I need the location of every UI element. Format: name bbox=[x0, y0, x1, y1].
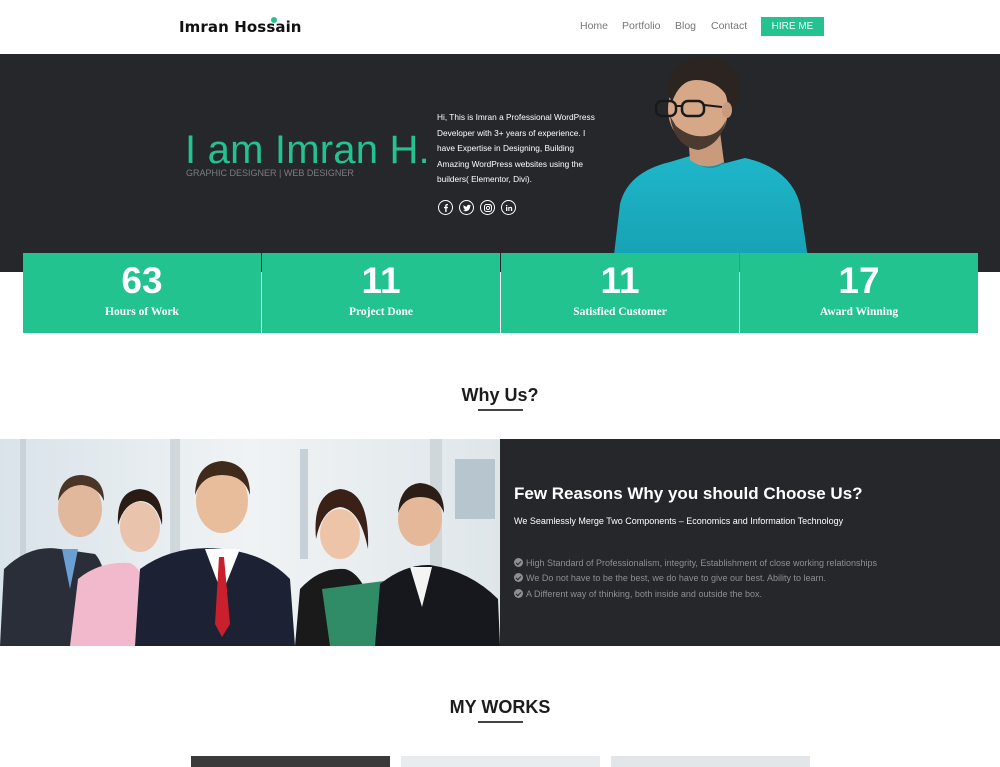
stat-value: 11 bbox=[361, 260, 401, 301]
why-us-item-text: We Do not have to be the best, we do hav… bbox=[526, 573, 827, 583]
brand-name[interactable]: Imran Hossain bbox=[179, 18, 302, 36]
stat-label: Project Done bbox=[349, 306, 413, 318]
work-thumbnail[interactable] bbox=[401, 756, 600, 767]
nav-link-home[interactable]: Home bbox=[580, 20, 608, 32]
stat-card-customers: 11 Satisfied Customer bbox=[501, 253, 739, 333]
hero-title: I am Imran H. bbox=[185, 128, 430, 172]
stat-label: Hours of Work bbox=[105, 306, 179, 318]
hero-description: Hi, This is Imran a Professional WordPre… bbox=[437, 112, 595, 185]
why-us-heading: Why Us? bbox=[461, 385, 539, 405]
stats-row: 63 Hours of Work 11 Project Done 11 Sati… bbox=[23, 253, 978, 333]
heading-underline bbox=[478, 409, 523, 411]
heading-underline bbox=[478, 721, 523, 723]
nav-link-blog[interactable]: Blog bbox=[675, 20, 696, 32]
work-thumbnail[interactable] bbox=[191, 756, 390, 767]
stat-value: 11 bbox=[600, 260, 640, 301]
why-us-item: A Different way of thinking, both inside… bbox=[514, 589, 762, 599]
hero-section: I am Imran H. GRAPHIC DESIGNER | WEB DES… bbox=[0, 54, 1000, 272]
why-us-item-text: High Standard of Professionalism, integr… bbox=[526, 558, 877, 568]
hero-portrait-image bbox=[612, 57, 810, 272]
why-us-panel: Few Reasons Why you should Choose Us? We… bbox=[500, 439, 1000, 646]
stat-card-hours: 63 Hours of Work bbox=[23, 253, 261, 333]
my-works-heading: MY WORKS bbox=[449, 697, 551, 717]
why-us-item: We Do not have to be the best, we do hav… bbox=[514, 573, 826, 583]
nav-link-contact[interactable]: Contact bbox=[711, 20, 747, 32]
nav-link-portfolio[interactable]: Portfolio bbox=[622, 20, 661, 32]
work-thumbnail[interactable] bbox=[611, 756, 810, 767]
team-photo-image bbox=[0, 439, 500, 646]
check-circle-icon bbox=[514, 589, 523, 598]
stat-card-awards: 17 Award Winning bbox=[740, 253, 978, 333]
hero-subtitle: GRAPHIC DESIGNER | WEB DESIGNER bbox=[186, 168, 354, 178]
instagram-icon[interactable] bbox=[480, 200, 495, 215]
facebook-icon[interactable] bbox=[438, 200, 453, 215]
top-navbar: Imran Hossain Home Portfolio Blog Contac… bbox=[0, 0, 1000, 54]
check-circle-icon bbox=[514, 558, 523, 567]
brand-dot bbox=[271, 17, 277, 23]
why-us-title: Few Reasons Why you should Choose Us? bbox=[514, 484, 863, 503]
why-us-item: High Standard of Professionalism, integr… bbox=[514, 558, 877, 568]
why-us-item-text: A Different way of thinking, both inside… bbox=[526, 589, 762, 599]
twitter-icon[interactable] bbox=[459, 200, 474, 215]
hire-me-button[interactable]: HIRE ME bbox=[761, 17, 824, 36]
why-us-subtitle: We Seamlessly Merge Two Components – Eco… bbox=[514, 516, 844, 526]
check-circle-icon bbox=[514, 573, 523, 582]
stat-card-projects: 11 Project Done bbox=[262, 253, 500, 333]
stat-label: Satisfied Customer bbox=[573, 306, 667, 318]
stat-label: Award Winning bbox=[819, 306, 899, 318]
linkedin-icon[interactable] bbox=[501, 200, 516, 215]
stat-value: 63 bbox=[121, 260, 163, 301]
stat-value: 17 bbox=[838, 260, 880, 301]
